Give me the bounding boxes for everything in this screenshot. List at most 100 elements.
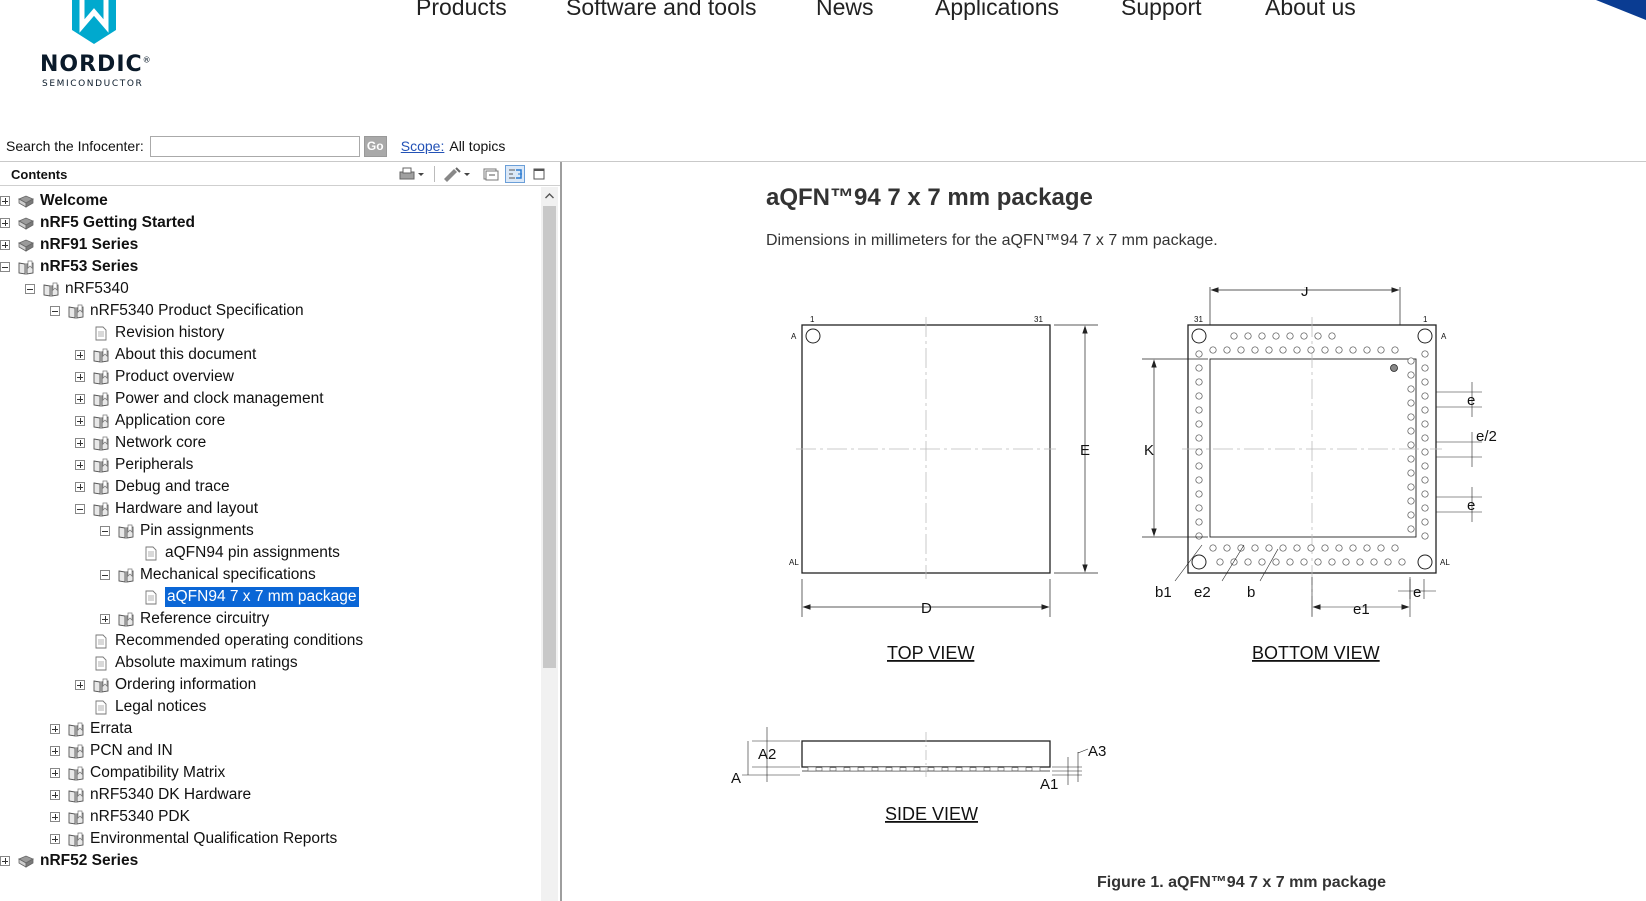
- solder-pad: [1363, 544, 1371, 552]
- tree-item[interactable]: Errata: [50, 718, 132, 740]
- expand-icon[interactable]: [0, 196, 10, 206]
- expand-icon[interactable]: [50, 746, 60, 756]
- expand-icon[interactable]: [0, 218, 10, 228]
- collapse-icon[interactable]: [100, 526, 110, 536]
- collapse-icon[interactable]: [0, 262, 10, 272]
- book-open-icon: [18, 260, 34, 275]
- tree-item[interactable]: Power and clock management: [75, 388, 324, 410]
- expand-icon[interactable]: [75, 394, 85, 404]
- collapse-icon[interactable]: [50, 306, 60, 316]
- solder-pad: [1195, 378, 1203, 386]
- solder-pad: [1195, 364, 1203, 372]
- book-closed-icon: [18, 195, 34, 208]
- tree-item[interactable]: nRF5340 DK Hardware: [50, 784, 251, 806]
- tree-item[interactable]: aQFN94 7 x 7 mm package: [125, 586, 359, 608]
- solder-pad: [1223, 346, 1231, 354]
- solder-pad: [1421, 434, 1429, 442]
- tree-item-label: About this document: [115, 346, 257, 363]
- tree-item[interactable]: nRF5340: [25, 278, 129, 300]
- tree-item[interactable]: nRF53 Series: [0, 256, 138, 278]
- expand-icon[interactable]: [75, 460, 85, 470]
- expand-icon[interactable]: [50, 724, 60, 734]
- expand-icon[interactable]: [75, 680, 85, 690]
- expand-icon[interactable]: [50, 812, 60, 822]
- collapse-icon[interactable]: [75, 504, 85, 514]
- print-button[interactable]: [397, 165, 425, 183]
- solder-pad: [1407, 357, 1415, 365]
- solder-pad: [1335, 346, 1343, 354]
- expand-icon[interactable]: [50, 768, 60, 778]
- expand-icon[interactable]: [0, 240, 10, 250]
- tree-item[interactable]: About this document: [75, 344, 256, 366]
- expand-icon[interactable]: [0, 856, 10, 866]
- scrollbar-thumb[interactable]: [543, 206, 556, 668]
- tree-item[interactable]: Ordering information: [75, 674, 256, 696]
- bottom-view: [1142, 287, 1482, 617]
- nav-support[interactable]: Support: [1121, 0, 1265, 21]
- collapse-icon[interactable]: [100, 570, 110, 580]
- side-pad: [835, 766, 845, 772]
- tree-item[interactable]: Reference circuitry: [100, 608, 269, 630]
- search-input[interactable]: [149, 135, 360, 157]
- tree-item[interactable]: nRF5340 Product Specification: [50, 300, 304, 322]
- tree-item[interactable]: PCN and IN: [50, 740, 173, 762]
- solder-pad: [1195, 406, 1203, 414]
- expand-icon[interactable]: [100, 614, 110, 624]
- toolbar-separator: [434, 166, 435, 182]
- solder-pad: [1421, 378, 1429, 386]
- expand-icon[interactable]: [75, 350, 85, 360]
- solder-pad: [1230, 558, 1238, 566]
- top-pin31-label: 31: [1034, 315, 1043, 324]
- expand-icon[interactable]: [75, 482, 85, 492]
- expand-icon[interactable]: [75, 372, 85, 382]
- highlight-menu-button[interactable]: [442, 165, 472, 183]
- tree-item[interactable]: Product overview: [75, 366, 234, 388]
- tree-item[interactable]: Recommended operating conditions: [75, 630, 363, 652]
- tree-item[interactable]: Peripherals: [75, 454, 193, 476]
- solder-pad: [1307, 544, 1315, 552]
- tree-item[interactable]: nRF5340 PDK: [50, 806, 190, 828]
- nav-news[interactable]: News: [816, 0, 935, 21]
- tree-item-label: Errata: [90, 720, 133, 737]
- tree-item[interactable]: nRF91 Series: [0, 234, 138, 256]
- tree-item[interactable]: Mechanical specifications: [100, 564, 316, 586]
- tree-item[interactable]: Compatibility Matrix: [50, 762, 225, 784]
- tree-item[interactable]: Revision history: [75, 322, 224, 344]
- tree-item[interactable]: Hardware and layout: [75, 498, 258, 520]
- page-icon: [145, 546, 157, 560]
- expand-icon[interactable]: [75, 438, 85, 448]
- solder-pad: [1421, 448, 1429, 456]
- nav-about-us[interactable]: About us: [1265, 0, 1356, 21]
- tree-item[interactable]: nRF52 Series: [0, 850, 138, 872]
- tree-item[interactable]: aQFN94 pin assignments: [125, 542, 340, 564]
- tree-item[interactable]: nRF5 Getting Started: [0, 212, 195, 234]
- collapse-all-button[interactable]: [481, 165, 501, 183]
- maximize-pane-button[interactable]: [529, 165, 549, 183]
- nav-products[interactable]: Products: [416, 0, 566, 21]
- side-pad: [975, 766, 985, 772]
- page-icon: [95, 326, 107, 340]
- tree-item[interactable]: Debug and trace: [75, 476, 230, 498]
- tree-scrollbar[interactable]: [541, 187, 558, 901]
- go-button[interactable]: Go: [363, 135, 387, 157]
- expand-icon[interactable]: [75, 416, 85, 426]
- tree-item[interactable]: Environmental Qualification Reports: [50, 828, 337, 850]
- expand-icon[interactable]: [50, 834, 60, 844]
- collapse-icon[interactable]: [25, 284, 35, 294]
- tree-item[interactable]: Absolute maximum ratings: [75, 652, 298, 674]
- expand-icon[interactable]: [50, 790, 60, 800]
- dim-K-label: K: [1144, 442, 1154, 459]
- tree-item[interactable]: Network core: [75, 432, 206, 454]
- nav-applications[interactable]: Applications: [935, 0, 1121, 21]
- tree-item[interactable]: Pin assignments: [100, 520, 254, 542]
- tree-item[interactable]: Legal notices: [75, 696, 206, 718]
- figure-caption: Figure 1. aQFN™94 7 x 7 mm package: [1097, 874, 1387, 891]
- nordic-logo[interactable]: NORDIC® SEMICONDUCTOR: [40, 0, 160, 95]
- solder-pad: [1314, 332, 1322, 340]
- nav-software-and-tools[interactable]: Software and tools: [566, 0, 816, 21]
- link-with-contents-button[interactable]: [505, 165, 525, 183]
- scroll-up-button[interactable]: [541, 187, 558, 204]
- tree-item[interactable]: Application core: [75, 410, 225, 432]
- scope-link[interactable]: Scope:: [401, 138, 445, 154]
- tree-item[interactable]: Welcome: [0, 190, 108, 212]
